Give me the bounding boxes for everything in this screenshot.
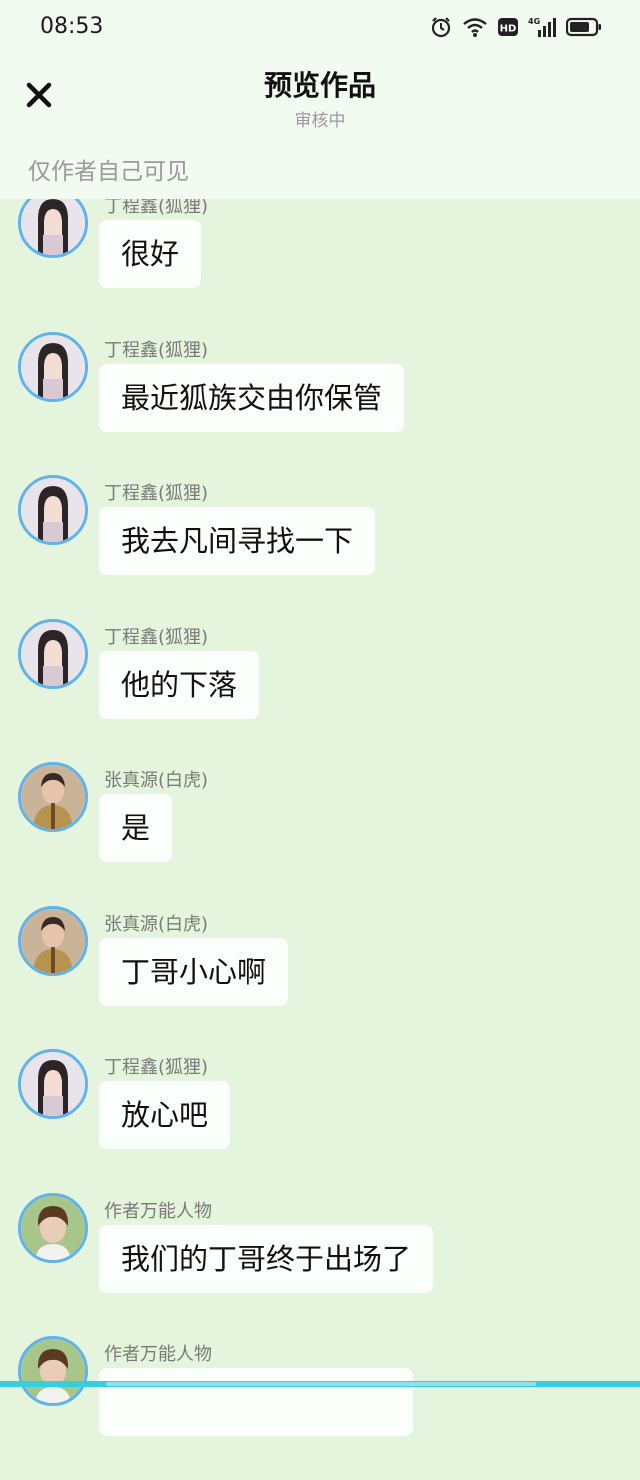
wifi-icon bbox=[463, 18, 487, 37]
home-indicator-bar bbox=[0, 1381, 640, 1387]
hd-icon: HD bbox=[498, 18, 518, 36]
message-bubble[interactable]: 最近狐族交由你保管 bbox=[99, 364, 405, 432]
status-icons: HD 4G bbox=[430, 16, 602, 38]
svg-text:HD: HD bbox=[500, 24, 517, 35]
message-bubble[interactable]: 他的下落 bbox=[99, 651, 260, 719]
battery-icon bbox=[566, 17, 601, 37]
signal-4g-icon: 4G bbox=[528, 17, 556, 37]
alarm-icon bbox=[431, 17, 451, 38]
chat-message: 丁程鑫(狐狸) 放心吧 bbox=[0, 1049, 640, 1193]
sender-name: 丁程鑫(狐狸) bbox=[104, 340, 209, 361]
message-bubble[interactable]: 很好 bbox=[99, 220, 202, 288]
message-bubble[interactable]: 我们的丁哥终于出场了 bbox=[99, 1225, 434, 1293]
message-bubble[interactable] bbox=[99, 1368, 413, 1436]
chat-message: 丁程鑫(狐狸) 很好 bbox=[0, 188, 640, 332]
chat-message: 张真源(白虎) 丁哥小心啊 bbox=[0, 906, 640, 1050]
avatar[interactable] bbox=[18, 475, 88, 545]
page-title: 预览作品 bbox=[263, 69, 376, 102]
chat-message: 作者万能人物 bbox=[0, 1336, 640, 1480]
top-header: 08:53 HD 4G 预览作品 审核中 仅作者自己可见 bbox=[0, 0, 640, 199]
sender-name: 丁程鑫(狐狸) bbox=[104, 483, 209, 504]
sender-name: 作者万能人物 bbox=[104, 1344, 212, 1365]
sender-name: 作者万能人物 bbox=[104, 1201, 212, 1222]
avatar[interactable] bbox=[18, 1336, 88, 1406]
avatar[interactable] bbox=[18, 1049, 88, 1119]
review-status: 审核中 bbox=[294, 111, 346, 131]
sender-name: 丁程鑫(狐狸) bbox=[104, 1057, 209, 1078]
message-bubble[interactable]: 丁哥小心啊 bbox=[99, 938, 289, 1006]
chat-message: 作者万能人物我们的丁哥终于出场了 bbox=[0, 1193, 640, 1337]
status-time: 08:53 bbox=[40, 14, 104, 39]
message-bubble[interactable]: 是 bbox=[99, 794, 173, 862]
avatar[interactable] bbox=[18, 332, 88, 402]
chat-message: 丁程鑫(狐狸) 我去凡间寻找一下 bbox=[0, 475, 640, 619]
avatar[interactable] bbox=[18, 619, 88, 689]
avatar[interactable] bbox=[18, 906, 88, 976]
chat-message: 丁程鑫(狐狸) 最近狐族交由你保管 bbox=[0, 332, 640, 476]
message-bubble[interactable]: 我去凡间寻找一下 bbox=[99, 507, 376, 575]
sender-name: 张真源(白虎) bbox=[104, 914, 209, 935]
status-bar: 08:53 HD 4G bbox=[0, 0, 640, 56]
chat-message: 张真源(白虎) 是 bbox=[0, 762, 640, 906]
avatar[interactable] bbox=[18, 762, 88, 832]
avatar[interactable] bbox=[18, 1193, 88, 1263]
sender-name: 张真源(白虎) bbox=[104, 770, 209, 791]
visibility-note: 仅作者自己可见 bbox=[28, 159, 189, 185]
chat-message: 丁程鑫(狐狸) 他的下落 bbox=[0, 619, 640, 763]
svg-text:4G: 4G bbox=[528, 17, 540, 26]
sender-name: 丁程鑫(狐狸) bbox=[104, 627, 209, 648]
message-bubble[interactable]: 放心吧 bbox=[99, 1081, 231, 1149]
